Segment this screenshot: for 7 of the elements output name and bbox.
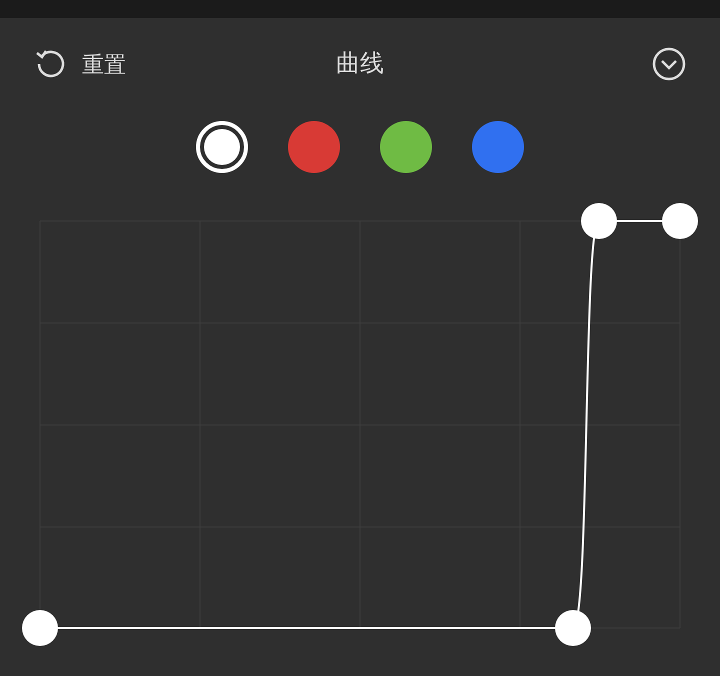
channel-swatch[interactable]	[380, 121, 432, 173]
reset-button[interactable]: 重置	[34, 47, 154, 81]
channel-swatch[interactable]	[472, 121, 524, 173]
channel-swatch[interactable]	[196, 121, 248, 173]
channel-swatch[interactable]	[288, 121, 340, 173]
collapse-icon[interactable]	[652, 47, 686, 81]
panel-title: 曲线	[336, 49, 384, 79]
